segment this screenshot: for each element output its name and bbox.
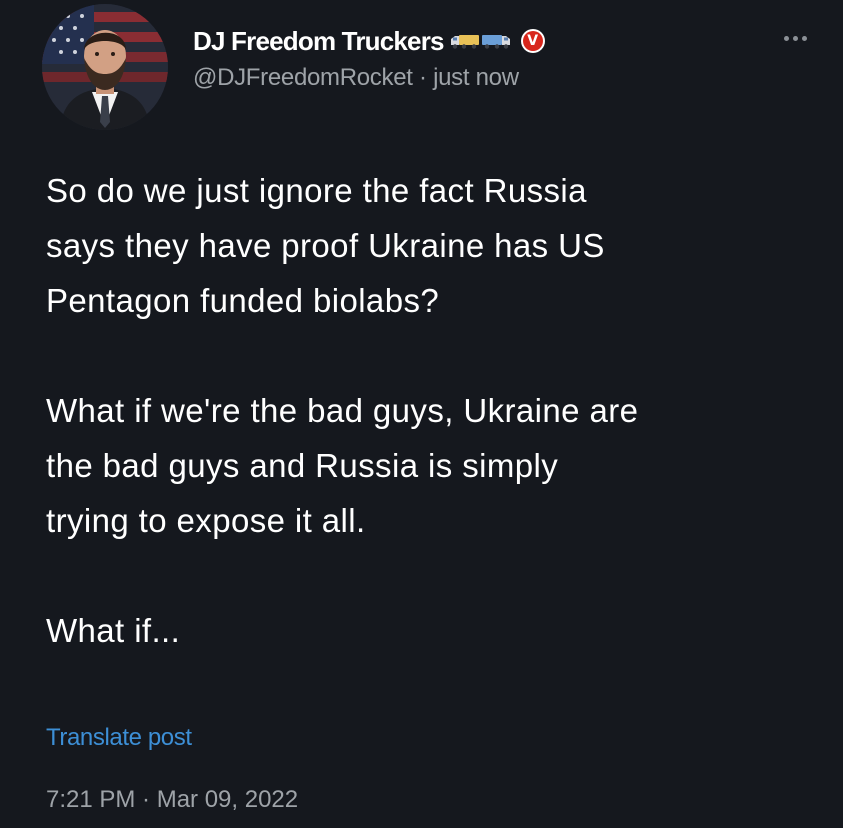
truck-icon: [481, 35, 510, 49]
truck-icon: [450, 35, 479, 49]
author-display-name[interactable]: DJ Freedom Truckers: [193, 26, 445, 57]
post-text: So do we just ignore the fact Russia say…: [46, 163, 816, 658]
more-dot-icon: [784, 36, 789, 41]
author-handle-row: @DJFreedomRocket · just now: [193, 64, 519, 92]
more-dot-icon: [793, 36, 798, 41]
post-paragraph: What if we're the bad guys, Ukraine are …: [46, 392, 639, 539]
verified-badge-letter: V: [522, 31, 543, 51]
post-card: DJ Freedom Truckers V @DJFreedomRocket ·…: [0, 0, 843, 828]
avatar-photo: [42, 4, 168, 130]
post-timestamp[interactable]: 7:21 PM · Mar 09, 2022: [46, 786, 298, 814]
translate-post-link[interactable]: Translate post: [46, 724, 192, 752]
more-options-button[interactable]: [784, 36, 807, 41]
author-handle[interactable]: @DJFreedomRocket: [193, 64, 413, 91]
more-dot-icon: [802, 36, 807, 41]
name-emoji-icons: [450, 32, 511, 50]
avatar[interactable]: [42, 4, 168, 130]
author-name-row[interactable]: DJ Freedom Truckers V: [193, 24, 545, 58]
post-paragraph: So do we just ignore the fact Russia say…: [46, 172, 605, 319]
meta-separator: ·: [412, 64, 434, 91]
post-paragraph: What if...: [46, 612, 181, 649]
relative-time[interactable]: just now: [433, 64, 519, 91]
verified-badge-icon: V: [520, 29, 545, 53]
